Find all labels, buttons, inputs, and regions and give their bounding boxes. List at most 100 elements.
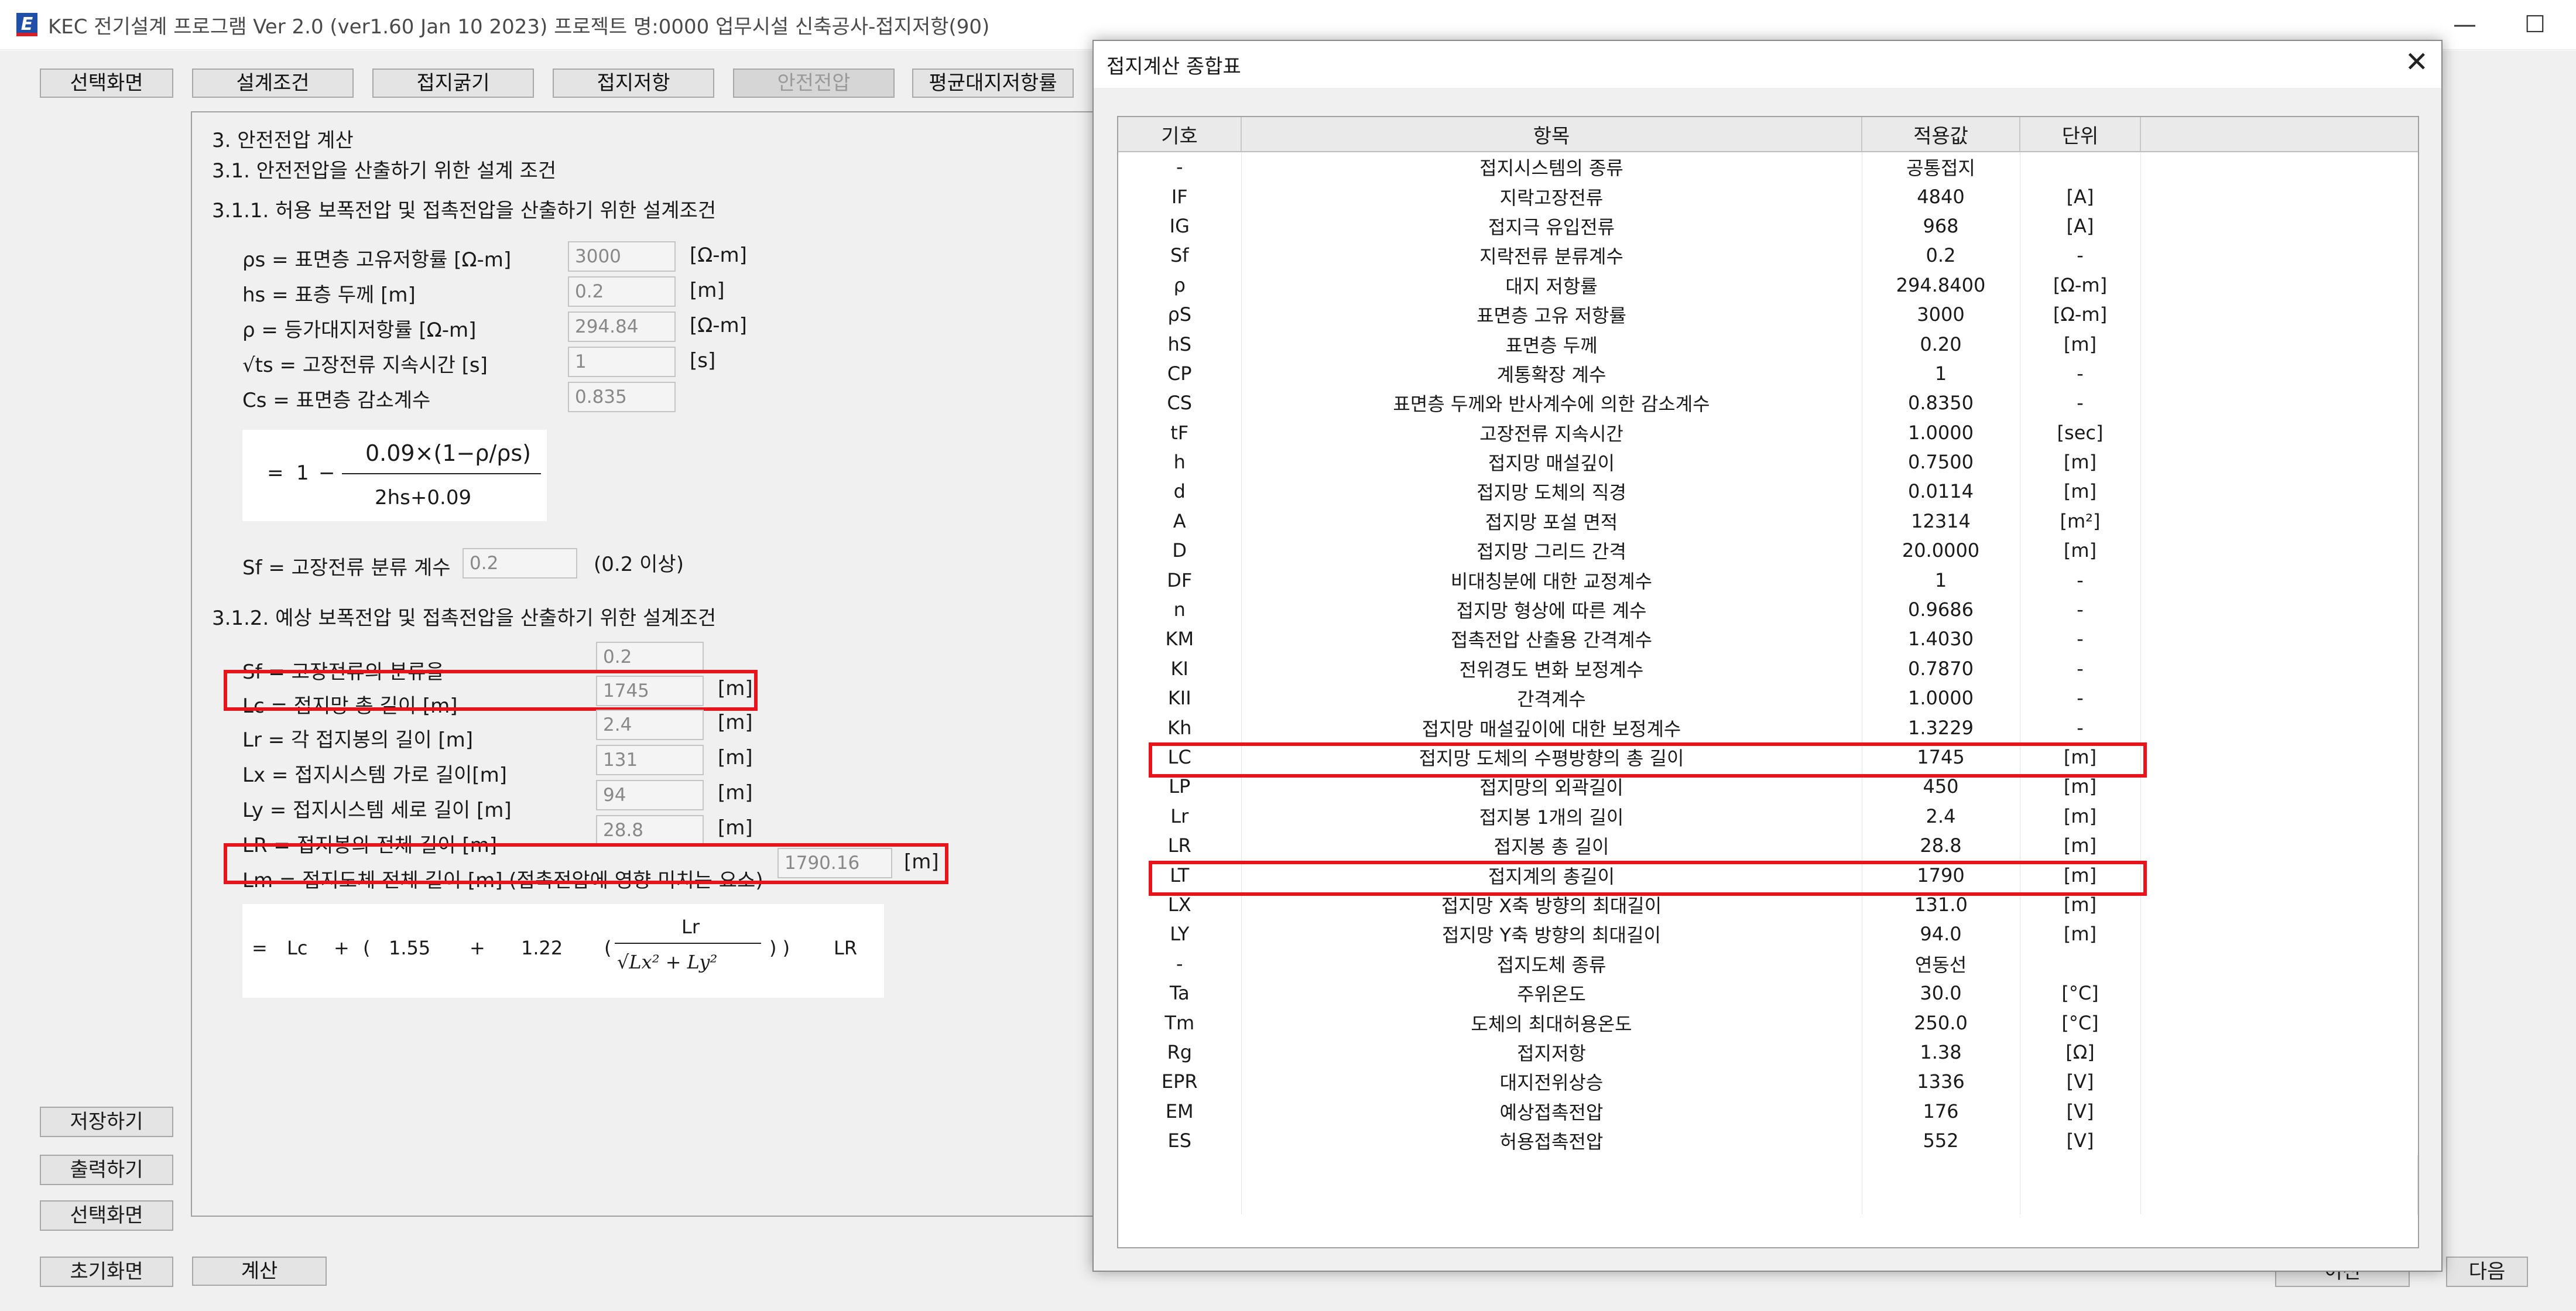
sf-input[interactable]: 0.2 [463,548,577,579]
param-input[interactable]: 131 [596,745,704,775]
item-cell: 접지망 Y축 방향의 최대길이 [1241,919,1862,949]
unit-cell: [m] [2020,830,2141,861]
column-header[interactable]: 단위 [2020,117,2141,152]
param-input[interactable]: 28.8 [596,815,704,846]
param-input[interactable]: 0.2 [596,642,704,672]
unit-cell: [V] [2020,1096,2141,1126]
unit-cell: - [2020,683,2141,713]
tab-safety-voltage[interactable]: 안전전압 [733,69,895,98]
value-cell: 1.0000 [1862,417,2020,447]
reset-button[interactable]: 초기화면 [40,1257,173,1287]
item-cell: 간격계수 [1241,683,1862,713]
select-screen-button[interactable]: 선택화면 [40,1200,173,1231]
table-row[interactable]: IG 접지극 유입전류 968 [A] [1118,211,2418,241]
filler-cell [2140,241,2418,270]
tab-ground-thickness[interactable]: 접지굵기 [372,69,534,98]
param-input[interactable]: 0.2 [568,276,676,307]
empty-cell [1241,1155,1862,1185]
table-row[interactable]: LR 접지봉 총 길이 28.8 [m] [1118,830,2418,861]
next-button[interactable]: 다음 [2446,1257,2528,1287]
row-highlight-lc [1149,742,2147,778]
column-header[interactable]: 적용값 [1862,117,2020,152]
item-cell: 대지 저항률 [1241,270,1862,300]
table-row[interactable]: - 접지도체 종류 연동선 [1118,949,2418,978]
value-cell: 30.0 [1862,978,2020,1008]
param-input[interactable]: 94 [596,780,704,810]
subsection-heading: 3.1. 안전전압을 산출하기 위한 설계 조건 [212,159,557,183]
table-row[interactable]: LY 접지망 Y축 방향의 최대길이 94.0 [m] [1118,919,2418,949]
param-input[interactable]: 294.84 [568,312,676,342]
value-cell: 1 [1862,358,2020,389]
item-cell: 접지망 매설깊이에 대한 보정계수 [1241,713,1862,742]
param-unit: [m] [690,279,725,302]
formula-denominator: √Lx² + Ly² [617,951,718,973]
table-row[interactable]: - 접지시스템의 종류 공통접지 [1118,152,2418,182]
highlight-box [224,670,758,711]
item-cell: 접지봉 총 길이 [1241,830,1862,861]
param-label: Ly = 접지시스템 세로 길이 [m] [242,799,512,822]
table-row[interactable]: A 접지망 포설 면적 12314 [m²] [1118,506,2418,536]
table-row[interactable]: EM 예상접촉전압 176 [V] [1118,1096,2418,1126]
table-row[interactable]: KII 간격계수 1.0000- [1118,683,2418,713]
unit-cell: [A] [2020,211,2141,241]
print-button[interactable]: 출력하기 [40,1155,173,1185]
formula-paren: ) ) [769,937,790,959]
tab-design-conditions[interactable]: 설계조건 [192,69,354,98]
item-cell: 접지망 포설 면적 [1241,506,1862,536]
unit-cell: [°C] [2020,978,2141,1008]
param-input[interactable]: 1 [568,347,676,377]
symbol-cell: - [1118,152,1242,182]
table-row[interactable]: ρS 표면층 고유 저항률 3000 [Ω-m] [1118,299,2418,330]
table-row[interactable]: Rg 접지저항 1.38 [Ω] [1118,1037,2418,1067]
param-input[interactable]: 2.4 [596,710,704,740]
table-row[interactable]: D 접지망 그리드 간격 20.0000 [m] [1118,536,2418,566]
row-highlight-lt [1149,861,2147,896]
value-cell: 1 [1862,565,2020,595]
save-button[interactable]: 저장하기 [40,1107,173,1137]
table-row[interactable]: KI 전위경도 변화 보정계수 0.7870- [1118,653,2418,684]
column-header[interactable]: 항목 [1241,117,1862,152]
table-row[interactable]: Kh 접지망 매설깊이에 대한 보정계수 1.3229- [1118,713,2418,742]
table-row[interactable]: ES 허용접촉전압 552 [V] [1118,1125,2418,1156]
table-row[interactable]: DF 비대칭분에 대한 교정계수 1- [1118,565,2418,595]
item-cell: 접지시스템의 종류 [1241,152,1862,182]
tab-select-screen[interactable]: 선택화면 [40,69,173,98]
table-row[interactable]: d 접지망 도체의 직경 0.0114 [m] [1118,477,2418,506]
param-input[interactable]: 0.835 [568,382,676,412]
formula-denominator: 2hs+0.09 [375,486,472,509]
formula-numerator: Lr [681,916,700,938]
param-input[interactable]: 3000 [568,241,676,272]
table-row[interactable]: KM 접촉전압 산출용 간격계수 1.4030- [1118,624,2418,654]
table-row[interactable]: Tm 도체의 최대허용온도 250.0 [°C] [1118,1008,2418,1038]
tab-ground-resistance[interactable]: 접지저항 [553,69,714,98]
value-cell: 2.4 [1862,801,2020,831]
table-row[interactable]: IF 지락고장전류 4840 [A] [1118,182,2418,211]
filler-cell [2140,388,2418,417]
table-row[interactable]: tF 고장전류 지속시간 1.0000 [sec] [1118,417,2418,447]
calculate-button[interactable]: 계산 [192,1257,327,1286]
table-row[interactable]: h 접지망 매설깊이 0.7500 [m] [1118,447,2418,477]
tab-average-earth-resistivity[interactable]: 평균대지저항률 [912,69,1074,98]
symbol-cell: IG [1118,211,1242,241]
table-row[interactable]: n 접지망 형상에 따른 계수 0.9686- [1118,594,2418,625]
table-row[interactable]: CS 표면층 두께와 반사계수에 의한 감소계수 0.8350- [1118,388,2418,418]
item-cell: 고장전류 지속시간 [1241,417,1862,447]
empty-row [1118,1155,2418,1185]
table-row[interactable]: ρ 대지 저항률 294.8400 [Ω-m] [1118,270,2418,300]
item-cell: 지락고장전류 [1241,182,1862,211]
table-row[interactable]: EPR 대지전위상승 1336 [V] [1118,1067,2418,1097]
column-header[interactable]: 기호 [1118,117,1242,152]
table-row[interactable]: hS 표면층 두께 0.20 [m] [1118,329,2418,359]
maximize-icon[interactable]: ☐ [2500,0,2570,49]
param-label: Cs = 표면층 감소계수 [242,389,431,412]
symbol-cell: CP [1118,358,1242,389]
table-row[interactable]: CP 계통확장 계수 1- [1118,358,2418,389]
close-icon[interactable]: ✕ [2405,46,2428,78]
table-row[interactable]: Sf 지락전류 분류계수 0.2- [1118,241,2418,271]
cs-formula: = 1 − 0.09×(1−ρ/ρs) 2hs+0.09 [242,430,547,521]
item-cell: 전위경도 변화 보정계수 [1241,653,1862,684]
table-row[interactable]: Ta 주위온도 30.0 [°C] [1118,978,2418,1008]
table-row[interactable]: Lr 접지봉 1개의 길이 2.4 [m] [1118,801,2418,831]
symbol-cell: Kh [1118,713,1242,742]
empty-cell [1118,1185,1242,1215]
